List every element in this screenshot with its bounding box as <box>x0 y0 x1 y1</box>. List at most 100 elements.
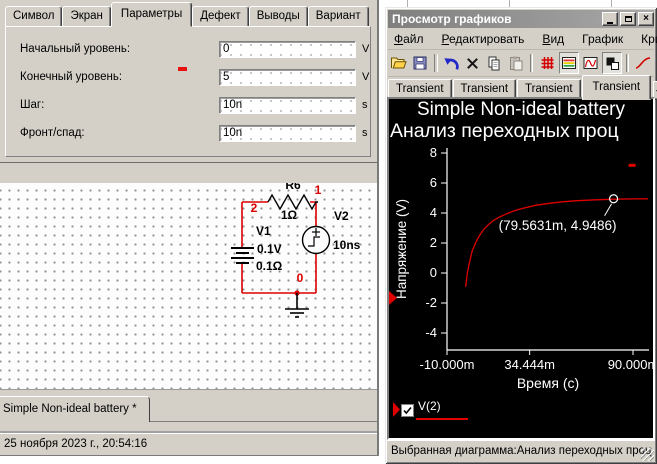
x-tick-label: -10.000m <box>420 357 475 372</box>
schematic-editor-window: STEP_VOLTAGE Символ Экран Параметры Дефе… <box>0 0 379 456</box>
toolbar <box>388 50 654 77</box>
v2-value-label: 10ns <box>333 238 361 252</box>
tab-vyvody[interactable]: Выводы <box>248 6 308 27</box>
overlay-squares-icon <box>606 57 619 70</box>
resistor-name-label: R6 <box>285 183 301 192</box>
series-curve <box>464 198 648 287</box>
graph-viewer-window: Просмотр графиков × Файл Редактировать В… <box>385 7 657 464</box>
legend-checkbox[interactable] <box>401 404 414 417</box>
red-wire-artifact <box>178 67 187 71</box>
legend: V(2) <box>391 399 571 425</box>
tab-transient-4[interactable]: Transient <box>581 75 652 100</box>
axis-flag-icon <box>389 291 397 310</box>
right-window-title: Просмотр графиков <box>392 12 512 26</box>
rise-fall-input[interactable]: 10n <box>219 125 356 142</box>
tab-parametry[interactable]: Параметры <box>110 2 193 27</box>
field-unit: V <box>362 71 370 83</box>
battery-symbol[interactable] <box>231 247 254 264</box>
menu-view[interactable]: Вид <box>536 32 570 46</box>
final-level-input[interactable]: 5 <box>219 69 356 86</box>
y-tick-label: -4 <box>425 325 437 340</box>
field-label: Фронт/спад: <box>20 127 85 139</box>
delete-button[interactable] <box>463 52 482 74</box>
waveform-icon <box>583 57 598 69</box>
y-tick-label: 6 <box>430 175 437 190</box>
grid-button[interactable] <box>537 52 556 74</box>
field-unit: V <box>362 43 370 55</box>
node-2-label: 2 <box>251 201 258 215</box>
red-curve-icon <box>635 57 651 69</box>
waveform-button[interactable] <box>581 52 600 74</box>
ground-symbol[interactable] <box>285 293 309 318</box>
document-tab[interactable]: Simple Non-ideal battery * <box>0 396 150 424</box>
stripes-button[interactable] <box>558 52 579 74</box>
minimize-icon <box>607 21 613 24</box>
y-tick-label: -2 <box>425 295 437 310</box>
open-folder-icon <box>391 57 407 69</box>
statusbar-gap <box>0 422 377 433</box>
v1-name-label: V1 <box>256 224 271 238</box>
copy-button[interactable] <box>485 52 504 74</box>
open-button[interactable] <box>389 52 408 74</box>
maximize-icon <box>624 16 632 22</box>
chart-area: Simple Non-ideal battery Анализ переходн… <box>387 97 655 440</box>
save-button[interactable] <box>410 52 429 74</box>
field-label: Конечный уровень: <box>20 71 123 83</box>
color-stripes-icon <box>561 57 576 69</box>
overlay-button[interactable] <box>601 52 622 74</box>
selected-diagram-text: Выбранная диаграмма:Анализ переходных пр… <box>391 445 652 457</box>
right-window-titlebar[interactable]: Просмотр графиков × <box>388 10 654 28</box>
close-button[interactable]: × <box>638 12 654 26</box>
undo-icon <box>444 57 460 70</box>
field-row: Начальный уровень: 0 V <box>6 41 370 59</box>
menu-edit[interactable]: Редактировать <box>436 32 531 46</box>
annotation-pointer-line <box>604 203 613 217</box>
step-voltage-dialog: Символ Экран Параметры Дефект Выводы Вар… <box>0 0 377 163</box>
minimize-button[interactable] <box>602 12 618 26</box>
red-grid-icon <box>541 57 554 69</box>
resize-grip[interactable] <box>641 448 654 461</box>
field-row: Конечный уровень: 5 V <box>6 69 370 87</box>
dialog-content-frame: Начальный уровень: 0 V Конечный уровень:… <box>5 26 371 157</box>
cursor-annotation: (79.5631m, 4.9486) <box>499 218 617 233</box>
delete-x-icon <box>467 57 479 69</box>
x-tick-label: 90.000m <box>608 357 653 372</box>
toolbar-separator <box>529 54 534 72</box>
schematic-canvas[interactable]: R6 1Ω V1 0.1V 0.1Ω V2 10ns 1 2 0 <box>0 178 377 389</box>
tab-simvol[interactable]: Символ <box>5 6 63 27</box>
menu-bar: Файл Редактировать Вид График Кривая <box>388 29 657 50</box>
field-row: Шаг: 10n s <box>6 97 370 115</box>
legend-series-label: V(2) <box>418 399 441 413</box>
undo-button[interactable] <box>442 52 461 74</box>
x-axis-title: Время (с) <box>517 375 579 391</box>
dialog-tab-strip: Символ Экран Параметры Дефект Выводы Вар… <box>5 2 369 27</box>
menu-curve[interactable]: Кривая <box>635 32 657 46</box>
step-input[interactable]: 10n <box>219 97 356 114</box>
field-unit: s <box>362 127 368 139</box>
right-status-bar: Выбранная диаграмма:Анализ переходных пр… <box>387 440 655 462</box>
paste-button[interactable] <box>506 52 525 74</box>
node-1-label: 1 <box>315 183 322 197</box>
copy-icon <box>488 56 500 71</box>
node-0-label: 0 <box>297 271 304 285</box>
toolbar-separator <box>433 54 438 72</box>
circuit-drawing: R6 1Ω V1 0.1V 0.1Ω V2 10ns 1 2 0 <box>231 178 361 318</box>
field-unit: s <box>362 99 368 111</box>
curve-button[interactable] <box>633 52 652 74</box>
y-tick-label: 4 <box>430 205 437 220</box>
menu-file[interactable]: Файл <box>388 32 430 46</box>
v2-name-label: V2 <box>334 209 349 223</box>
field-label: Начальный уровень: <box>20 43 131 55</box>
y-tick-label: 8 <box>430 145 437 160</box>
tab-ekran[interactable]: Экран <box>62 6 111 27</box>
x-tick-label: 34.444m <box>504 357 555 372</box>
initial-level-input[interactable]: 0 <box>219 41 356 58</box>
tab-variant[interactable]: Вариант <box>307 6 369 27</box>
tab-defekt[interactable]: Дефект <box>192 6 249 27</box>
v1-resistance-label: 0.1Ω <box>256 259 283 273</box>
y-tick-label: 0 <box>430 265 437 280</box>
menu-graph[interactable]: График <box>576 32 629 46</box>
y-axis-title: Напряжение (V) <box>394 199 409 299</box>
maximize-button[interactable] <box>620 12 636 26</box>
resistor-value-label: 1Ω <box>281 208 298 222</box>
